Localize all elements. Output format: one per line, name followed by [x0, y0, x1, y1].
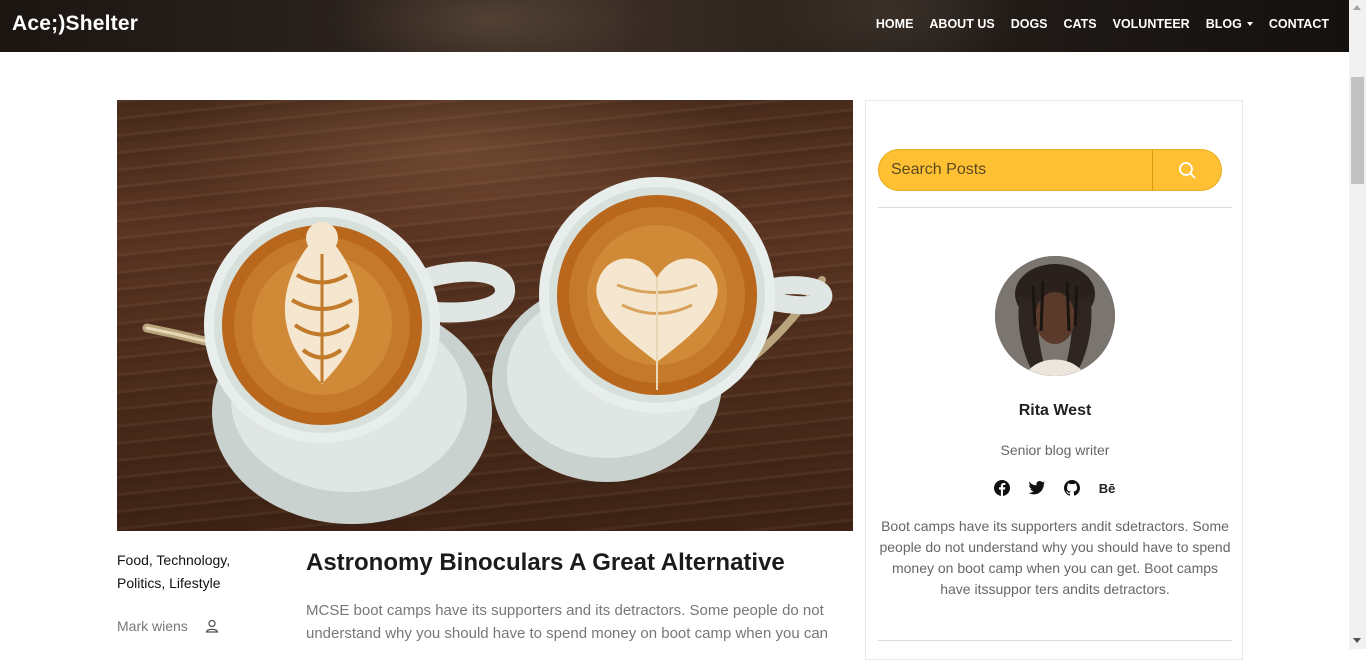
search-icon — [1179, 162, 1196, 179]
search-input[interactable]: Search Posts — [878, 149, 1153, 191]
search-posts: Search Posts — [878, 149, 1222, 191]
writer-role: Senior blog writer — [1000, 442, 1110, 458]
scroll-up-arrow-icon[interactable] — [1353, 5, 1361, 10]
writer-name: Rita West — [1018, 402, 1092, 419]
nav-dogs[interactable]: DOGS — [1011, 17, 1048, 31]
nav-home[interactable]: HOME — [876, 17, 914, 31]
sidebar-divider — [878, 207, 1232, 208]
nav-blog[interactable]: BLOG — [1206, 17, 1253, 31]
facebook-icon[interactable] — [992, 478, 1012, 498]
scrollbar-thumb[interactable] — [1351, 77, 1364, 184]
post-featured-image[interactable] — [117, 100, 853, 531]
post-categories: Food, Technology, Politics, Lifestyle — [117, 549, 267, 595]
behance-icon[interactable]: Bē — [1097, 478, 1117, 498]
twitter-icon[interactable] — [1027, 478, 1047, 498]
chevron-down-icon — [1246, 22, 1253, 27]
nav-about-us[interactable]: ABOUT US — [929, 17, 994, 31]
social-links: Bē — [992, 478, 1132, 498]
sidebar-divider — [878, 640, 1232, 641]
post-categories-line[interactable]: Food, Technology, — [117, 549, 267, 572]
nav-contact[interactable]: CONTACT — [1269, 17, 1329, 31]
nav-blog-label: BLOG — [1205, 16, 1242, 31]
search-placeholder: Search Posts — [891, 161, 987, 178]
search-button[interactable] — [1152, 149, 1222, 191]
site-logo[interactable]: Ace;)Shelter — [12, 12, 138, 36]
post-categories-line[interactable]: Politics, Lifestyle — [117, 572, 267, 595]
scroll-down-arrow-icon[interactable] — [1353, 638, 1361, 643]
post-author[interactable]: Mark wiens — [117, 618, 219, 634]
avatar — [995, 256, 1115, 376]
header-background-texture — [330, 0, 650, 52]
github-icon[interactable] — [1062, 478, 1082, 498]
post-author-name: Mark wiens — [117, 618, 188, 634]
page-scrollbar[interactable] — [1349, 0, 1366, 649]
nav-volunteer[interactable]: VOLUNTEER — [1113, 17, 1190, 31]
nav-cats[interactable]: CATS — [1064, 17, 1097, 31]
writer-photo — [995, 256, 1115, 376]
post-title[interactable]: Astronomy Binoculars A Great Alternative — [306, 549, 785, 577]
site-header: Ace;)Shelter HOME ABOUT US DOGS CATS VOL… — [0, 0, 1349, 52]
main-nav: HOME ABOUT US DOGS CATS VOLUNTEER BLOG C… — [860, 0, 1329, 47]
writer-bio: Boot camps have its supporters andit sde… — [879, 518, 1231, 597]
post-excerpt: MCSE boot camps have its supporters and … — [306, 602, 829, 642]
latte-cups-illustration — [142, 177, 833, 524]
user-icon — [205, 619, 219, 633]
